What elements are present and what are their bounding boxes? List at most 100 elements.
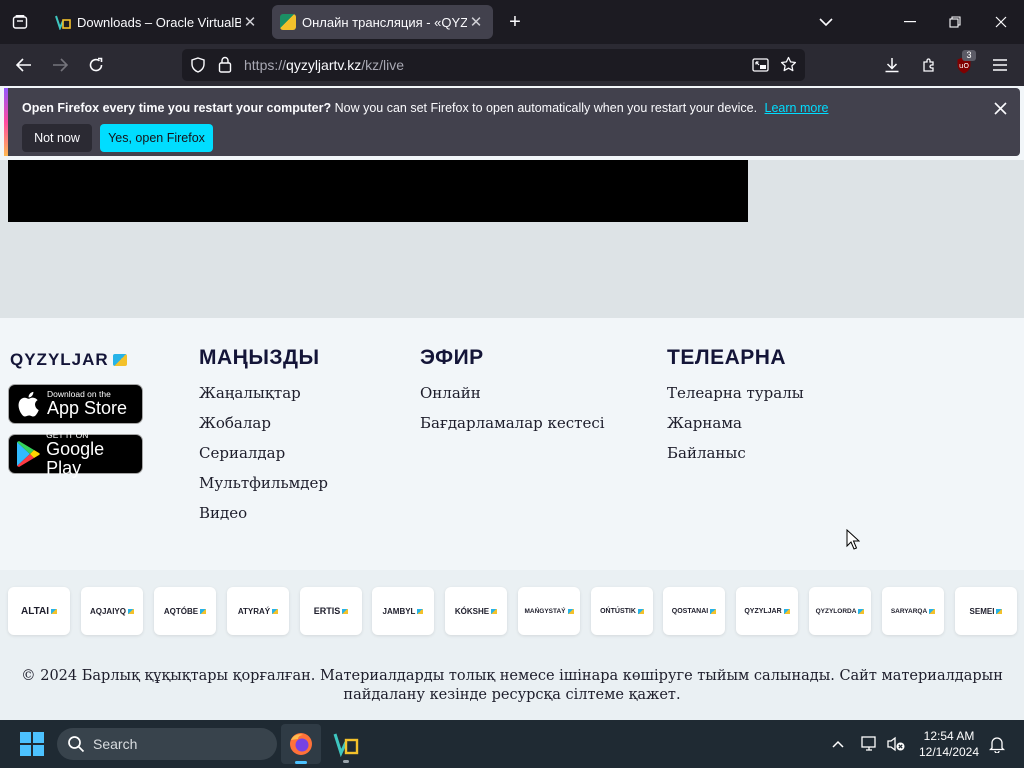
mouse-cursor-icon	[846, 528, 861, 555]
restore-icon[interactable]	[943, 11, 967, 33]
url-text[interactable]: https://qyzyljartv.kz/kz/live	[244, 57, 404, 73]
footer-link-series[interactable]: Сериалдар	[199, 444, 285, 462]
partner-logo[interactable]: AQTÓBE	[154, 587, 216, 635]
footer-link-online[interactable]: Онлайн	[420, 384, 481, 402]
hamburger-menu-icon[interactable]	[988, 53, 1012, 77]
tab-close-icon[interactable]: ✕	[241, 13, 259, 31]
partner-logo[interactable]: KÓKSHE	[445, 587, 507, 635]
partner-name: SARYARQA	[890, 607, 928, 615]
show-hidden-icons-chevron-up-icon[interactable]	[828, 734, 848, 754]
footer-heading-channel: ТЕЛЕАРНА	[667, 346, 787, 369]
google-play-badge[interactable]: GET IT ON Google Play	[8, 430, 143, 477]
search-placeholder: Search	[93, 736, 138, 752]
partner-name: AQJAIYQ	[89, 606, 126, 616]
live-video-player[interactable]	[8, 160, 748, 222]
firefox-view-icon[interactable]	[8, 11, 32, 33]
tab-close-icon[interactable]: ✕	[467, 13, 485, 31]
notification-bell-icon[interactable]	[987, 733, 1007, 755]
back-icon[interactable]	[12, 53, 36, 77]
footer-link-news[interactable]: Жаңалықтар	[199, 384, 301, 402]
browser-navbar: https://qyzyljartv.kz/kz/live uO 3	[0, 44, 1024, 86]
new-tab-icon[interactable]: +	[503, 11, 527, 33]
virtualbox-favicon-icon	[55, 15, 71, 30]
partner-name: SEMEI	[969, 606, 995, 616]
partner-logo[interactable]: JAMBYL	[372, 587, 434, 635]
app-store-big-text: App Store	[47, 398, 128, 418]
tab-title: Онлайн трансляция - «QYZYL	[302, 14, 467, 30]
logo-text: QYZYLJAR	[10, 350, 109, 369]
copyright-line-1: © 2024 Барлық құқықтары қорғалған. Матер…	[21, 668, 1003, 684]
clock-date: 12/14/2024	[918, 745, 980, 759]
footer-link-about[interactable]: Телеарна туралы	[667, 384, 804, 402]
app-store-badge[interactable]: Download on the App Store	[8, 384, 143, 424]
partner-logo[interactable]: QYZYLJAR	[736, 587, 798, 635]
partner-logo[interactable]: ERTIS	[300, 587, 362, 635]
partner-name: OŃTÚSTIK	[600, 607, 636, 615]
partner-name: ERTIS	[313, 606, 341, 616]
taskbar-clock[interactable]: 12:54 AM 12/14/2024	[914, 728, 984, 760]
downloads-icon[interactable]	[880, 53, 904, 77]
footer-link-advertising[interactable]: Жарнама	[667, 414, 742, 432]
partner-name: QYZYLORDA	[815, 607, 857, 615]
partner-logo[interactable]: MAŃGYSTAÝ	[518, 587, 580, 635]
extensions-icon[interactable]	[917, 53, 941, 77]
regional-channels-strip: ALTAI AQJAIYQ AQTÓBE ATYRAÝ ERTIS JAMBYL…	[0, 570, 1024, 654]
learn-more-link[interactable]: Learn more	[765, 101, 829, 115]
partner-logo[interactable]: ATYRAÝ	[227, 587, 289, 635]
network-icon[interactable]	[860, 733, 880, 755]
partner-logo[interactable]: SEMEI	[955, 587, 1017, 635]
tab-virtualbox-downloads[interactable]: Downloads – Oracle VirtualBox ✕	[47, 5, 267, 39]
close-icon[interactable]	[990, 98, 1010, 118]
url-prefix: https://	[244, 57, 287, 73]
minimize-icon[interactable]	[898, 11, 922, 33]
svg-text:uO: uO	[959, 62, 969, 70]
notification-message: Open Firefox every time you restart your…	[22, 101, 828, 115]
footer-link-video[interactable]: Видео	[199, 504, 247, 522]
default-browser-notification: Open Firefox every time you restart your…	[4, 88, 1020, 156]
taskbar-search-box[interactable]: Search	[57, 728, 277, 760]
clock-time: 12:54 AM	[923, 729, 975, 743]
yes-open-firefox-button[interactable]: Yes, open Firefox	[100, 124, 213, 152]
not-now-button[interactable]: Not now	[22, 124, 92, 152]
partner-logo[interactable]: QYZYLORDA	[809, 587, 871, 635]
footer-heading-important: МАҢЫЗДЫ	[199, 346, 320, 369]
notification-title: Open Firefox every time you restart your…	[22, 101, 332, 115]
tracking-protection-shield-icon[interactable]	[190, 57, 206, 78]
partner-name: ALTAI	[21, 605, 49, 617]
partner-logo[interactable]: OŃTÚSTIK	[591, 587, 653, 635]
lock-icon[interactable]	[218, 56, 232, 78]
partner-name: QYZYLJAR	[744, 607, 782, 615]
forward-icon[interactable]	[48, 53, 72, 77]
search-icon	[68, 736, 85, 753]
reload-icon[interactable]	[84, 53, 108, 77]
footer-link-projects[interactable]: Жобалар	[199, 414, 271, 432]
partner-logo[interactable]: AQJAIYQ	[81, 587, 143, 635]
taskbar-virtualbox-icon[interactable]	[326, 724, 366, 764]
bookmark-star-icon[interactable]	[780, 56, 797, 78]
volume-muted-icon[interactable]	[885, 733, 907, 755]
url-bar[interactable]: https://qyzyljartv.kz/kz/live	[182, 49, 805, 81]
picture-in-picture-icon[interactable]	[752, 57, 769, 78]
partner-name: KÓKSHE	[454, 606, 490, 616]
tab-qyzyljar-live[interactable]: Онлайн трансляция - «QYZYL ✕	[272, 5, 493, 39]
qyzyljar-favicon-icon	[280, 14, 296, 30]
footer-link-cartoons[interactable]: Мультфильмдер	[199, 474, 328, 492]
partner-logo[interactable]: SARYARQA	[882, 587, 944, 635]
footer-link-contact[interactable]: Байланыс	[667, 444, 746, 462]
windows-start-icon[interactable]	[12, 724, 52, 764]
google-play-big-text: Google Play	[46, 438, 105, 478]
close-window-icon[interactable]	[989, 11, 1013, 33]
qyzyljar-logo[interactable]: QYZYLJAR	[10, 350, 127, 370]
copyright-notice: © 2024 Барлық құқықтары қорғалған. Матер…	[0, 654, 1024, 720]
google-play-icon	[9, 441, 46, 467]
partner-name: AQTÓBE	[163, 606, 199, 616]
partner-name: JAMBYL	[382, 606, 416, 616]
partner-logo[interactable]: ALTAI	[8, 587, 70, 635]
taskbar-firefox-icon[interactable]	[281, 724, 321, 764]
list-all-tabs-icon[interactable]	[814, 11, 838, 33]
footer-link-schedule[interactable]: Бағдарламалар кестесі	[420, 414, 605, 432]
partner-logo[interactable]: QOSTANAI	[663, 587, 725, 635]
apple-icon	[9, 391, 47, 417]
footer-heading-broadcast: ЭФИР	[420, 346, 484, 369]
page-top-area	[0, 160, 1024, 318]
